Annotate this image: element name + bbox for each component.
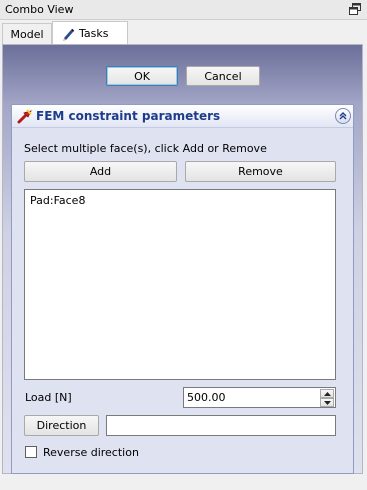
list-item[interactable]: Pad:Face8 (30, 194, 85, 207)
tab-model[interactable]: Model (2, 23, 52, 45)
tab-model-label: Model (10, 28, 44, 41)
bottom-strip (0, 474, 367, 490)
fem-constraint-icon (17, 109, 32, 124)
arrow-up-icon (323, 391, 331, 396)
reverse-direction-checkbox[interactable] (25, 446, 37, 458)
panel-title: FEM constraint parameters (36, 109, 221, 123)
spin-down-button[interactable] (320, 398, 334, 407)
direction-button[interactable]: Direction (24, 415, 99, 436)
arrow-down-icon (323, 400, 331, 405)
direction-field[interactable] (106, 415, 336, 436)
ok-button[interactable]: OK (106, 66, 178, 86)
collapse-up-icon (339, 112, 347, 120)
tab-tasks-label: Tasks (79, 27, 109, 40)
reverse-direction-label: Reverse direction (43, 446, 139, 459)
cancel-button[interactable]: Cancel (186, 66, 260, 86)
spin-up-button[interactable] (320, 389, 334, 398)
pencil-icon (63, 28, 75, 41)
add-button[interactable]: Add (24, 161, 177, 182)
load-label: Load [N] (25, 391, 72, 404)
faces-list[interactable] (24, 189, 336, 380)
collapse-button[interactable] (335, 108, 351, 124)
remove-button[interactable]: Remove (185, 161, 336, 182)
instruction-text: Select multiple face(s), click Add or Re… (24, 142, 267, 155)
window-title: Combo View (5, 3, 74, 16)
float-window-icon[interactable] (349, 3, 361, 15)
load-value[interactable]: 500.00 (187, 391, 226, 404)
tab-tasks[interactable]: Tasks (52, 21, 128, 45)
